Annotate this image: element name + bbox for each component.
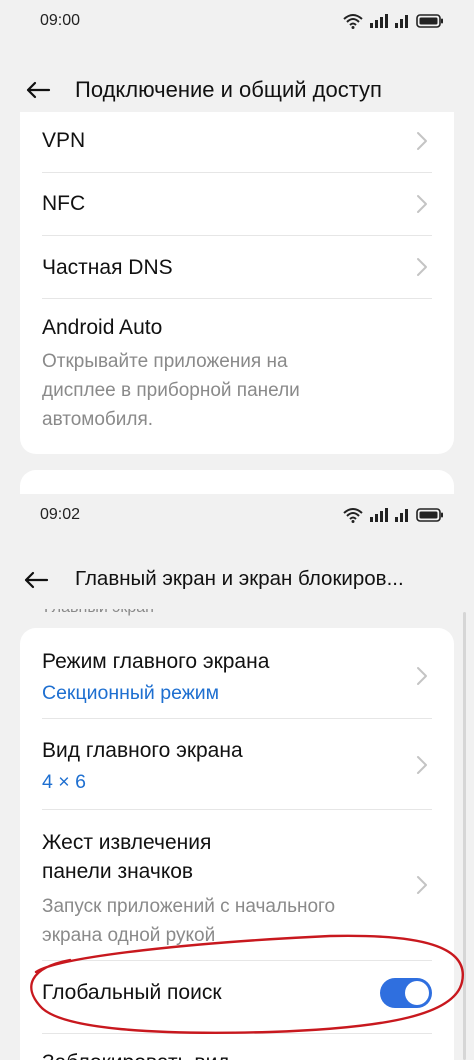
item-title: Частная DNS — [42, 256, 173, 279]
back-button[interactable] — [20, 74, 56, 106]
battery-icon — [416, 14, 443, 28]
page-title: Подключение и общий доступ — [75, 77, 382, 102]
item-subtitle-line: Запуск приложений с начального — [42, 896, 336, 917]
signal-icon-2 — [395, 15, 408, 28]
back-arrow-icon — [24, 571, 49, 589]
item-title-line: Жест извлечения — [42, 831, 212, 854]
global-search-toggle[interactable] — [380, 978, 432, 1008]
item-subtitle-line: дисплее в приборной панели — [42, 380, 300, 401]
signal-icon — [370, 14, 388, 28]
item-value: Секционный режим — [42, 682, 220, 704]
settings-card: VPN NFC Частная DNS Android Auto Открыва… — [20, 112, 454, 454]
settings-item-vpn[interactable]: VPN — [20, 112, 454, 172]
item-title: VPN — [42, 129, 86, 152]
screen-connections: 09:00 Подключение и общий доступ VPN NFC… — [0, 0, 474, 494]
settings-item-home-mode[interactable]: Режим главного экрана Секционный режим — [20, 628, 454, 718]
battery-icon — [416, 508, 443, 522]
item-title: Вид главного экрана — [42, 739, 243, 762]
toggle-knob — [405, 981, 429, 1005]
signal-icon — [370, 508, 388, 522]
screen-home-lock: 09:02 Главный экран и экран блокиров... … — [0, 494, 474, 1060]
item-title: Заблокировать вид — [42, 1048, 230, 1060]
status-icons — [343, 11, 444, 31]
status-bar: 09:00 — [0, 0, 474, 44]
item-subtitle-line: автомобиля. — [42, 409, 154, 430]
status-bar: 09:02 — [0, 494, 474, 538]
item-title: Глобальный поиск — [42, 981, 222, 1004]
wifi-icon — [343, 508, 363, 523]
settings-item-private-dns[interactable]: Частная DNS — [20, 236, 454, 298]
settings-card: Режим главного экрана Секционный режим В… — [20, 628, 454, 1060]
settings-item-lock-layout[interactable]: Заблокировать вид — [20, 1034, 454, 1060]
settings-item-icon-panel-gesture[interactable]: Жест извлечения панели значков Запуск пр… — [20, 810, 454, 960]
chevron-right-icon — [417, 667, 427, 685]
scrollbar[interactable] — [463, 612, 466, 1060]
chevron-right-icon — [417, 195, 427, 213]
item-subtitle-line: Открывайте приложения на — [42, 351, 288, 372]
status-time: 09:02 — [40, 506, 81, 523]
back-button[interactable] — [18, 564, 54, 596]
settings-item-android-auto[interactable]: Android Auto Открывайте приложения на ди… — [20, 299, 454, 454]
status-icons — [343, 505, 444, 525]
item-title-line: панели значков — [42, 860, 194, 883]
wifi-icon — [343, 14, 363, 29]
chevron-right-icon — [417, 132, 427, 150]
status-time: 09:00 — [40, 12, 81, 29]
item-value: 4 × 6 — [42, 771, 86, 793]
signal-icon-2 — [395, 509, 408, 522]
settings-item-global-search[interactable]: Глобальный поиск — [20, 961, 454, 1033]
app-bar: Главный экран и экран блокиров... — [0, 550, 474, 610]
settings-item-nfc[interactable]: NFC — [20, 173, 454, 235]
chevron-right-icon — [417, 258, 427, 276]
chevron-right-icon — [417, 756, 427, 774]
page-title: Главный экран и экран блокиров... — [75, 567, 404, 590]
item-title: Android Auto — [42, 316, 163, 339]
settings-card-next — [20, 470, 454, 494]
settings-item-home-layout[interactable]: Вид главного экрана 4 × 6 — [20, 719, 454, 809]
section-header-clip: Главный экран — [0, 609, 474, 620]
item-title: Режим главного экрана — [42, 650, 270, 673]
chevron-right-icon — [417, 876, 427, 894]
item-subtitle-line: экрана одной рукой — [42, 925, 216, 946]
app-bar: Подключение и общий доступ — [0, 60, 474, 120]
back-arrow-icon — [26, 81, 51, 99]
section-label: Главный экран — [44, 609, 154, 617]
item-title: NFC — [42, 192, 86, 215]
